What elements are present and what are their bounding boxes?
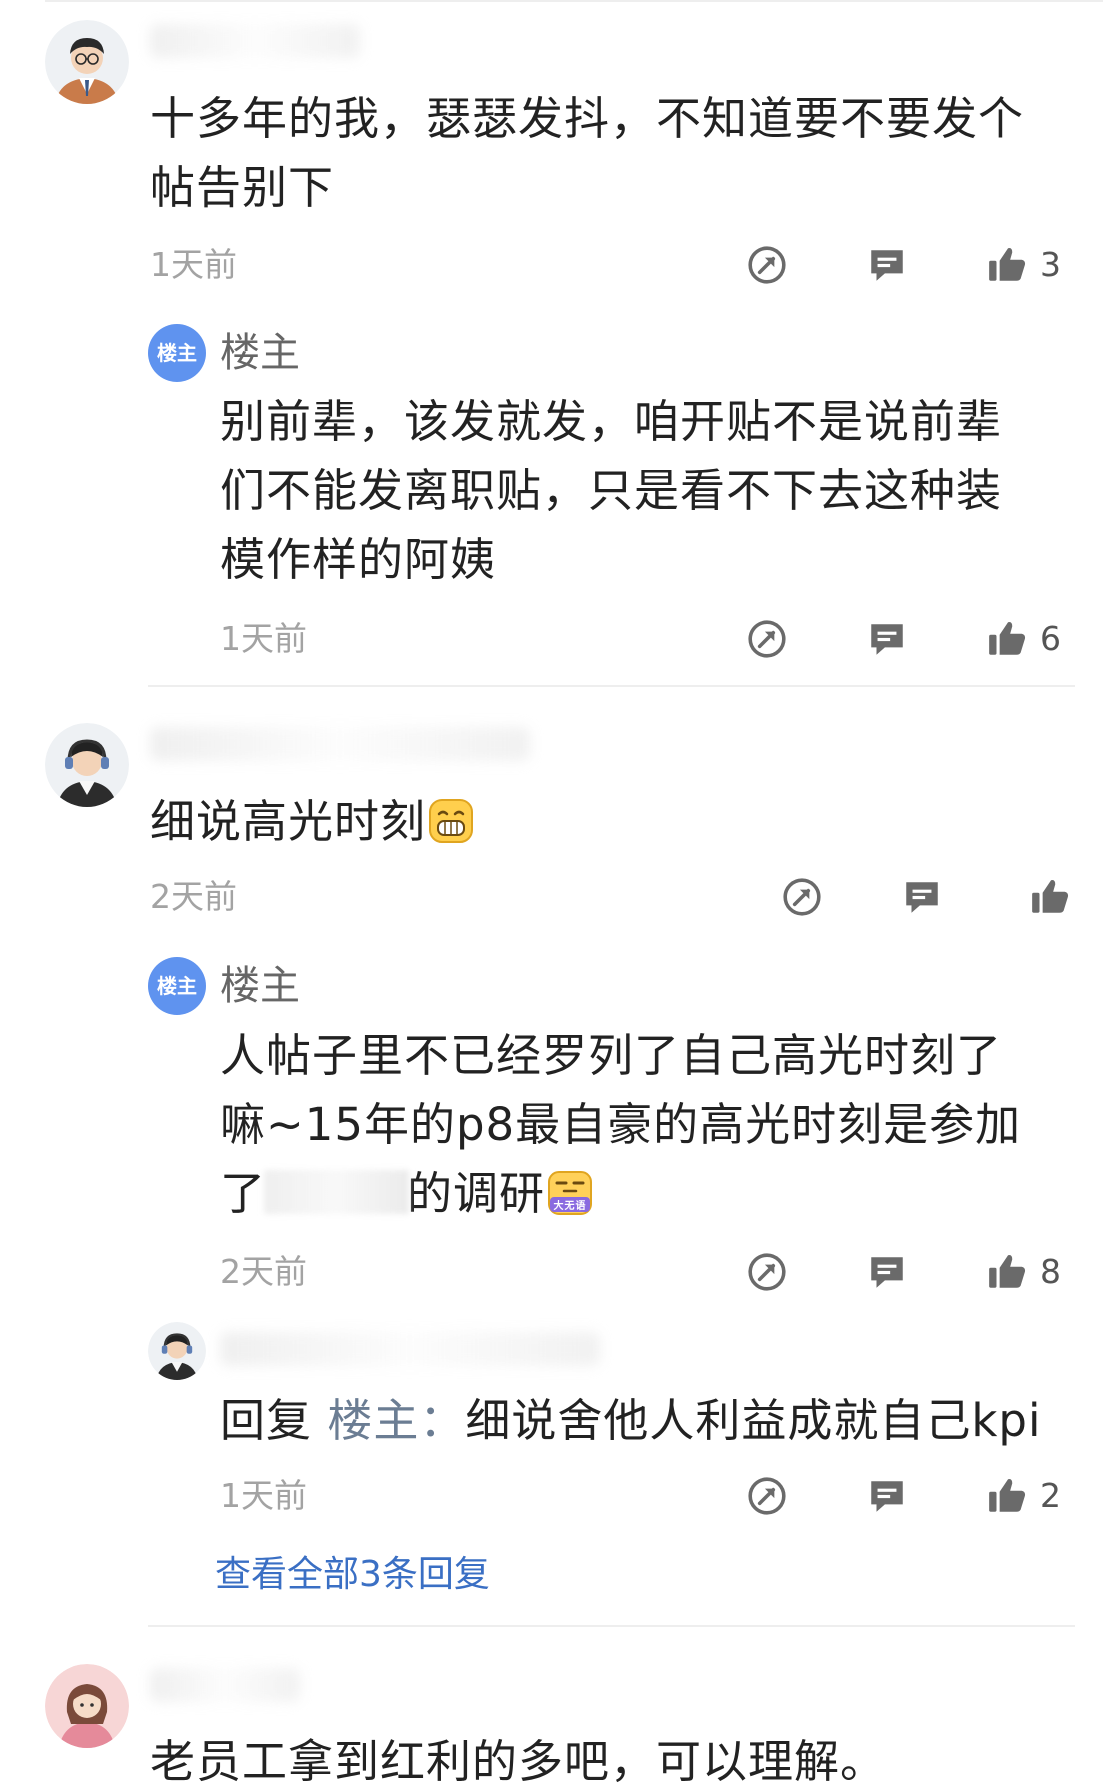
like-count: 3 [1040,245,1061,284]
comment-button[interactable] [865,617,909,661]
comment-text-line: 十多年的我，瑟瑟发抖，不知道要不要发个 [150,92,1025,145]
username-blurred[interactable] [220,1332,600,1366]
reply-author[interactable]: 楼主 [220,329,300,377]
like-button[interactable] [985,243,1029,287]
comment-text-content: 细说高光时刻 [150,795,427,848]
reply-prefix: 回复 [220,1394,313,1447]
comment-time: 1天前 [150,245,237,284]
share-button[interactable] [745,1474,789,1518]
sticker-label: 大无语 [554,1199,587,1212]
reply-time: 2天前 [220,1252,307,1291]
reply-time: 1天前 [220,619,307,658]
reply-text: 回复 楼主：细说舍他人利益成就自己kpi [220,1386,1042,1455]
comment-time: 2天前 [150,877,237,916]
comment-icon [871,1257,903,1288]
reply-text-suffix: 的调研 [407,1167,546,1220]
username-blurred[interactable] [150,24,360,58]
reply-text-prefix: 了 [220,1167,267,1220]
comment-thread: 十多年的我，瑟瑟发抖，不知道要不要发个 帖告别下 1天前 3 楼主 楼主 别前辈… [0,0,1103,1786]
comment-button[interactable] [865,243,909,287]
redacted-text [264,1170,410,1214]
username-blurred[interactable] [150,1668,300,1702]
like-button[interactable] [985,617,1029,661]
view-all-replies-link[interactable]: 查看全部3条回复 [215,1553,490,1597]
share-button[interactable] [745,243,789,287]
op-badge: 楼主 [148,324,206,382]
grin-emoji [428,798,474,844]
thumbs-up-icon [989,248,1026,281]
top-divider [45,0,1103,2]
reply-text-line: 人帖子里不已经罗列了自己高光时刻了 [220,1029,1003,1082]
thumbs-up-icon [989,622,1026,655]
reply-author[interactable]: 楼主 [220,962,300,1010]
share-button[interactable] [780,875,824,919]
user-avatar[interactable] [45,20,129,104]
share-button[interactable] [745,617,789,661]
share-icon [748,1477,786,1515]
like-count: 6 [1040,619,1061,658]
reply-text-line: 别前辈，该发就发，咱开贴不是说前辈 [220,395,1003,448]
reply-text-line: 们不能发离职贴，只是看不下去这种装 [220,464,1003,517]
reply-text-line: 嘛~15年的p8最自豪的高光时刻是参加 [220,1098,1022,1151]
thumbs-up-icon [989,1255,1026,1288]
comment-divider [148,1625,1075,1627]
speechless-sticker: 大无语 [547,1170,593,1216]
comment-button[interactable] [865,1474,909,1518]
op-badge: 楼主 [148,957,206,1015]
comment-divider [148,685,1075,687]
comment-icon [906,882,938,913]
like-button[interactable] [985,1474,1029,1518]
like-count: 8 [1040,1252,1061,1291]
reply-time: 1天前 [220,1476,307,1515]
username-blurred[interactable] [150,727,530,761]
thumbs-up-icon [989,1479,1026,1512]
reply-target[interactable]: 楼主 [327,1394,419,1447]
user-avatar[interactable] [148,1322,206,1380]
comment-text: 细说高光时刻 [150,787,474,856]
like-button[interactable] [1028,875,1072,919]
comment-button[interactable] [900,875,944,919]
comment-text-line: 老员工拿到红利的多吧，可以理解。 [150,1735,887,1786]
comment-button[interactable] [865,1250,909,1294]
user-avatar[interactable] [45,723,129,807]
reply-text-line: 了 的调研 大无语 [220,1159,593,1228]
comment-text-line: 帖告别下 [150,161,335,214]
share-button[interactable] [745,1250,789,1294]
user-avatar[interactable] [45,1664,129,1748]
comment-icon [871,250,903,281]
reply-text-line: 模作样的阿姨 [220,533,497,586]
comment-icon [871,624,903,655]
comment-icon [871,1481,903,1512]
share-icon [748,620,786,658]
like-button[interactable] [985,1250,1029,1294]
share-icon [748,1253,786,1291]
share-icon [748,246,786,284]
reply-colon: ： [419,1394,466,1447]
share-icon [783,878,821,916]
thumbs-up-icon [1032,880,1069,913]
reply-content: 细说舍他人利益成就自己kpi [465,1394,1042,1447]
like-count: 2 [1040,1476,1061,1515]
